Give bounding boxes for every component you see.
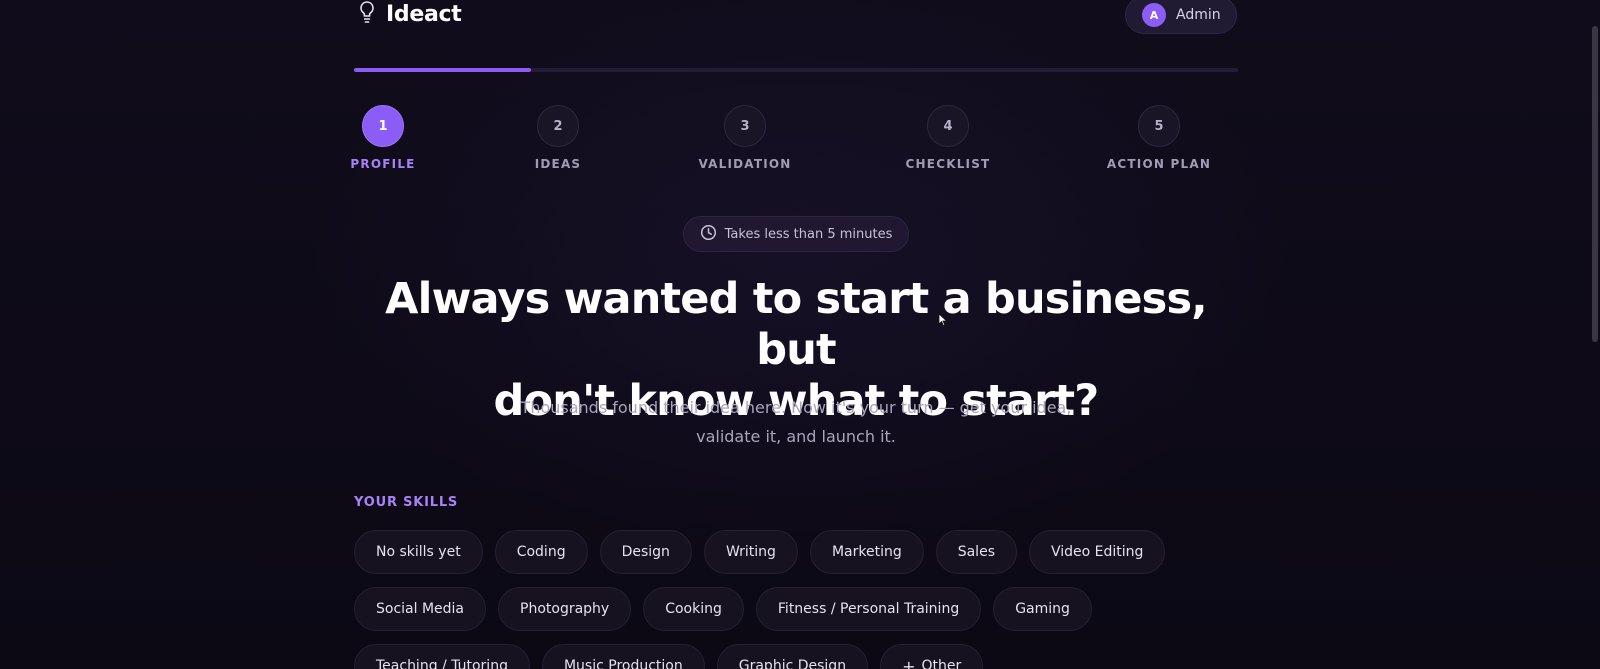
scrollbar-thumb[interactable] [1592,26,1598,342]
step-number: 5 [1138,105,1180,147]
chip-row: Social Media Photography Cooking Fitness… [354,587,1238,631]
step-number: 2 [537,105,579,147]
skill-chip-fitness[interactable]: Fitness / Personal Training [755,587,982,631]
step-label: ACTION PLAN [1106,157,1212,171]
step-label: CHECKLIST [905,157,991,171]
step-ideas[interactable]: 2 IDEAS [498,105,618,171]
skill-chip-gaming[interactable]: Gaming [993,587,1092,631]
user-name: Admin [1176,7,1221,23]
chip-row: Teaching / Tutoring Music Production Gra… [354,644,1238,669]
skill-chip-other[interactable]: + Other [880,644,984,669]
step-label: IDEAS [534,157,582,171]
skill-chip-graphic-design[interactable]: Graphic Design [716,644,869,669]
skill-chip-coding[interactable]: Coding [494,530,588,574]
onboarding-page: Ideact A Admin 1 PROFILE 2 IDEAS 3 VALID… [350,0,1238,669]
brand-logo[interactable]: Ideact [358,0,462,28]
step-number: 1 [362,105,404,147]
step-number: 3 [724,105,766,147]
lightbulb-icon [358,0,376,28]
skill-chip-writing[interactable]: Writing [703,530,798,574]
skill-chip-cooking[interactable]: Cooking [643,587,744,631]
skill-chip-social-media[interactable]: Social Media [354,587,487,631]
skill-chip-design[interactable]: Design [599,530,692,574]
step-validation[interactable]: 3 VALIDATION [685,105,805,171]
progress-bar [354,68,1238,72]
progress-fill [354,68,531,72]
skill-chip-photography[interactable]: Photography [498,587,632,631]
stepper: 1 PROFILE 2 IDEAS 3 VALIDATION 4 CHECKLI… [350,105,1238,175]
time-estimate-text: Takes less than 5 minutes [724,226,893,242]
avatar: A [1142,3,1166,27]
plus-icon: + [902,656,916,669]
clock-icon [700,224,717,245]
step-number: 4 [927,105,969,147]
mouse-cursor-icon [938,312,948,331]
user-menu-button[interactable]: A Admin [1125,0,1237,34]
skill-chip-music-production[interactable]: Music Production [541,644,705,669]
skill-chip-teaching[interactable]: Teaching / Tutoring [354,644,530,669]
skill-chip-video-editing[interactable]: Video Editing [1028,530,1166,574]
skill-chip-no-skills[interactable]: No skills yet [354,530,483,574]
subtitle-line-1: Thousands found their idea here. Now it'… [520,398,1072,417]
skill-chip-marketing[interactable]: Marketing [809,530,924,574]
step-label: PROFILE [350,157,416,171]
scrollbar[interactable] [1590,0,1600,669]
skills-section-label: YOUR SKILLS [354,495,459,510]
headline-line-1: Always wanted to start a business, but [385,274,1207,375]
chip-row: No skills yet Coding Design Writing Mark… [354,530,1238,574]
skill-chip-sales[interactable]: Sales [935,530,1017,574]
hero-subtitle: Thousands found their idea here. Now it'… [476,393,1116,451]
skill-chip-label: Other [921,658,962,669]
step-label: VALIDATION [698,157,792,171]
subtitle-line-2: validate it, and launch it. [696,427,896,446]
brand-name: Ideact [386,1,462,27]
time-estimate-badge: Takes less than 5 minutes [683,216,909,252]
step-profile[interactable]: 1 PROFILE [323,105,443,171]
step-checklist[interactable]: 4 CHECKLIST [888,105,1008,171]
step-action-plan[interactable]: 5 ACTION PLAN [1099,105,1219,171]
skills-chip-list: No skills yet Coding Design Writing Mark… [354,530,1238,669]
